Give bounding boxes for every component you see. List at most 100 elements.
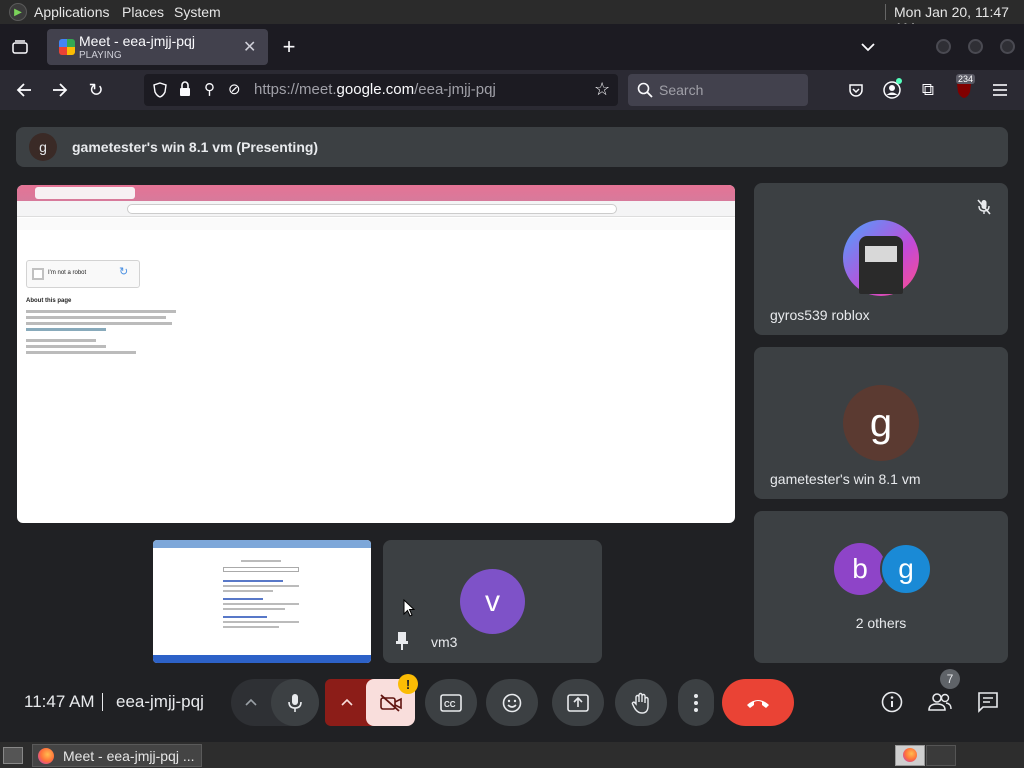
lock-icon[interactable] (178, 81, 192, 98)
recaptcha-logo-icon: ↻ (119, 266, 129, 278)
shared-browser-tabbar (17, 185, 735, 201)
permissions-icon[interactable]: ⚲ (204, 80, 215, 98)
forward-icon[interactable] (50, 80, 70, 100)
meet-favicon-icon (59, 39, 75, 55)
tracking-protection-shield-icon[interactable] (152, 82, 168, 98)
thumb-taskbar (153, 655, 371, 663)
about-heading: About this page (26, 298, 72, 304)
extensions-icon[interactable]: ⧉ (918, 80, 938, 100)
leave-call-button[interactable] (722, 679, 794, 726)
svg-text:CC: CC (444, 700, 456, 709)
present-screen-button[interactable] (552, 679, 604, 726)
tab-overview-icon[interactable] (10, 37, 30, 57)
participant-name: gametester's win 8.1 vm (770, 471, 921, 487)
video-options-chevron-icon[interactable] (341, 693, 353, 711)
pocket-icon[interactable] (846, 80, 866, 100)
bookmark-star-icon[interactable]: ☆ (594, 79, 610, 100)
workspace-2[interactable] (926, 745, 956, 766)
participant-tile[interactable]: g gametester's win 8.1 vm (754, 347, 1008, 499)
url-bar[interactable]: ⚲ ⊘ https://meet.google.com/eea-jmjj-pqj… (144, 74, 618, 106)
participant-name: gyros539 roblox (770, 307, 870, 323)
url-prefix: https://meet. (254, 81, 337, 98)
url-text[interactable]: https://meet.google.com/eea-jmjj-pqj (254, 81, 496, 98)
url-path: /eea-jmjj-pqj (414, 81, 496, 98)
list-all-tabs-icon[interactable] (858, 37, 878, 57)
tab-playing-status: PLAYING (79, 50, 122, 61)
people-count-badge: 7 (940, 669, 960, 689)
tab-close-icon[interactable]: ✕ (243, 37, 256, 57)
camera-warning-badge: ! (398, 674, 418, 694)
account-dot (896, 78, 902, 84)
pin-icon[interactable] (395, 631, 411, 651)
menu-system[interactable]: System (174, 4, 221, 20)
camera-control-group: ! (325, 674, 418, 726)
thumb-page-content (223, 560, 299, 656)
window-close-icon[interactable] (1000, 39, 1015, 54)
participant-avatar: g (843, 385, 919, 461)
os-top-panel: ▶ Applications Places System Mon Jan 20,… (0, 0, 1024, 36)
emoji-reaction-button[interactable] (486, 679, 538, 726)
back-icon[interactable] (14, 80, 34, 100)
menu-places[interactable]: Places (122, 4, 164, 20)
shared-page-text (26, 310, 176, 354)
raise-hand-button[interactable] (615, 679, 667, 726)
firefox-icon (38, 748, 54, 764)
new-tab-icon[interactable]: + (278, 34, 300, 59)
participant-avatar: b (834, 543, 886, 595)
menu-applications[interactable]: Applications (34, 4, 110, 20)
meeting-code[interactable]: eea-jmjj-pqj (116, 692, 204, 712)
others-count-label: 2 others (855, 615, 907, 631)
captions-button[interactable]: CC (425, 679, 477, 726)
time-separator (102, 693, 103, 711)
hamburger-menu-icon[interactable] (990, 80, 1010, 100)
search-icon (637, 82, 653, 98)
shared-browser-tab (35, 187, 135, 199)
taskbar-window-title: Meet - eea-jmjj-pqj ... (63, 748, 195, 764)
captcha-checkbox (32, 268, 44, 280)
people-icon[interactable]: 7 (926, 669, 960, 715)
shared-bookmarks-bar (17, 218, 735, 230)
screen-share-thumbnail[interactable] (153, 540, 371, 663)
thumb-titlebar (153, 540, 371, 548)
microphone-button[interactable] (271, 679, 319, 726)
ublock-badge: 234 (956, 74, 976, 84)
camera-blocked-icon[interactable]: ⊘ (228, 80, 241, 98)
shared-url-bar (127, 204, 617, 214)
window-maximize-icon[interactable] (968, 39, 983, 54)
browser-tab-meet[interactable]: Meet - eea-jmjj-pqj PLAYING ✕ (47, 29, 268, 65)
more-options-button[interactable] (678, 679, 714, 726)
shared-screen[interactable]: I'm not a robot ↻ About this page (17, 185, 735, 523)
mouse-cursor-icon (403, 598, 416, 617)
others-tile[interactable]: b g 2 others (754, 511, 1008, 663)
account-icon[interactable] (882, 78, 902, 100)
mic-off-icon (976, 199, 992, 215)
ublock-icon[interactable]: 234 (954, 74, 976, 100)
shared-captcha-box: I'm not a robot ↻ (26, 260, 140, 288)
mic-control-group (231, 679, 319, 726)
participant-avatar: g (880, 543, 932, 595)
meeting-time: 11:47 AM (24, 692, 95, 711)
shared-browser-toolbar (17, 201, 735, 217)
presenter-avatar: g (29, 133, 57, 161)
search-box[interactable]: Search (628, 74, 808, 106)
self-avatar: v (460, 569, 525, 634)
chat-icon[interactable] (975, 689, 1001, 715)
captcha-label: I'm not a robot (48, 270, 87, 276)
roblox-avatar (843, 220, 919, 296)
window-minimize-icon[interactable] (936, 39, 951, 54)
meeting-info-icon[interactable] (879, 689, 905, 715)
taskbar-window-button[interactable]: Meet - eea-jmjj-pqj ... (32, 744, 202, 767)
show-desktop-icon[interactable] (3, 747, 23, 764)
participant-tile[interactable]: gyros539 roblox (754, 183, 1008, 335)
roblox-character (859, 236, 903, 294)
workspace-firefox-icon (903, 748, 917, 762)
self-name: vm3 (431, 634, 458, 650)
app-menu-icon[interactable]: ▶ (9, 3, 27, 21)
reload-icon[interactable]: ↻ (86, 80, 106, 100)
tab-title: Meet - eea-jmjj-pqj (79, 33, 195, 49)
self-tile[interactable]: v vm3 (383, 540, 602, 663)
workspace-switcher[interactable] (895, 745, 925, 766)
audio-options-chevron-icon[interactable] (245, 693, 257, 709)
panel-separator (885, 4, 886, 20)
search-placeholder: Search (659, 82, 704, 98)
